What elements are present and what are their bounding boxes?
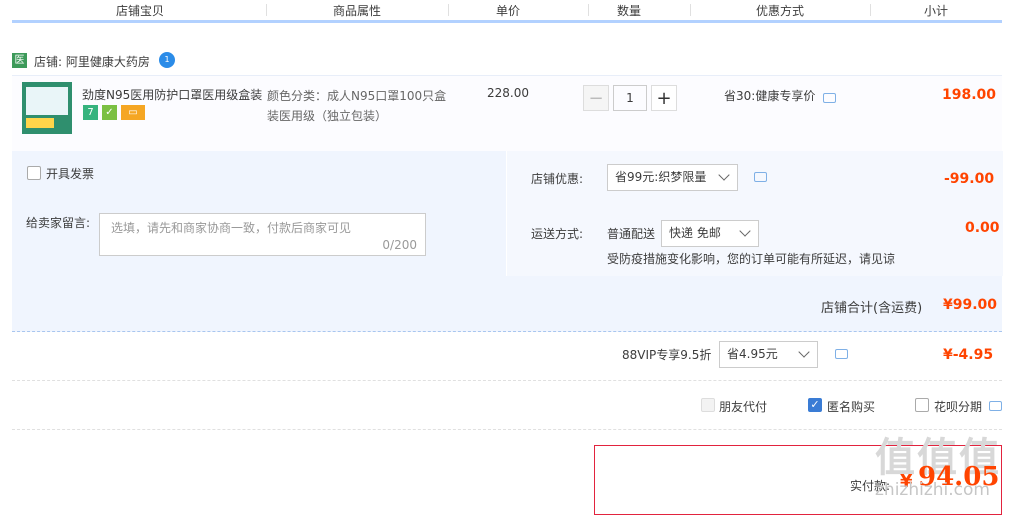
- vip-discount-label: 88VIP专享9.5折: [622, 348, 712, 362]
- vip-discount-value: 省4.95元: [727, 347, 778, 361]
- invoice-checkbox[interactable]: [27, 166, 41, 180]
- product-attributes: 颜色分类：成人N95口罩100只盒 装医用级（独立包装）: [267, 86, 457, 126]
- chevron-down-icon: [739, 225, 751, 237]
- comment-icon[interactable]: [823, 93, 836, 103]
- friend-pay-checkbox[interactable]: [701, 398, 715, 412]
- header-divider: [448, 4, 449, 16]
- shipping-type: 普通配送: [607, 227, 656, 241]
- pharmacy-icon: 医: [12, 53, 27, 68]
- chevron-down-icon: [798, 346, 810, 358]
- comment-icon[interactable]: [835, 349, 848, 359]
- seven-day-return-icon: 7: [83, 105, 98, 120]
- anonymous-label: 匿名购买: [827, 400, 876, 414]
- header-unit-price: 单价: [495, 4, 520, 18]
- attr-line: 装医用级（独立包装）: [267, 109, 388, 123]
- product-title-link[interactable]: 劲度N95医用防护口罩医用级盒装...: [82, 86, 262, 103]
- message-char-counter: 0/200: [382, 238, 417, 252]
- comment-icon[interactable]: [989, 401, 1002, 411]
- shop-total-value: ¥99.00: [943, 297, 998, 313]
- shipping-amount: 0.00: [965, 220, 1000, 236]
- credit-card-icon: ▭: [121, 105, 145, 120]
- header-divider: [266, 4, 267, 16]
- invoice-label: 开具发票: [46, 167, 95, 181]
- shipping-label: 运送方式:: [531, 227, 584, 241]
- wangwang-chat-icon[interactable]: 1: [159, 52, 175, 68]
- huabei-label: 花呗分期: [934, 400, 983, 414]
- anonymous-checkbox[interactable]: ✓: [808, 398, 822, 412]
- shop-total-label: 店铺合计(含运费): [821, 301, 923, 316]
- watermark-url: zhizhizhi.com: [875, 480, 990, 500]
- huabei-checkbox[interactable]: [915, 398, 929, 412]
- quantity-input[interactable]: 1: [613, 85, 647, 111]
- shop-name-link[interactable]: 店铺: 阿里健康大药房: [34, 53, 150, 70]
- item-promo-label: 省30:健康专享价: [724, 89, 816, 103]
- unit-price: 228.00: [487, 86, 529, 100]
- shop-discount-label: 店铺优惠:: [531, 172, 584, 186]
- message-placeholder: 选填，请先和商家协商一致，付款后商家可见: [111, 221, 352, 235]
- product-thumbnail[interactable]: [22, 82, 72, 134]
- shipping-delay-notice: 受防疫措施变化影响，您的订单可能有所延迟，请见谅: [607, 252, 896, 266]
- quantity-plus-button[interactable]: +: [651, 85, 677, 111]
- chevron-down-icon: [718, 169, 730, 181]
- comment-icon[interactable]: [754, 172, 767, 182]
- divider: [12, 429, 1002, 430]
- message-textarea[interactable]: 选填，请先和商家协商一致，付款后商家可见 0/200: [99, 213, 426, 256]
- header-subtotal: 小计: [923, 4, 948, 18]
- shop-discount-amount: -99.00: [944, 171, 995, 187]
- message-label: 给卖家留言:: [26, 216, 91, 230]
- shipping-method-select[interactable]: 快递 免邮: [661, 220, 759, 247]
- shipping-method-value: 快递 免邮: [669, 226, 721, 240]
- quantity-minus-button[interactable]: −: [583, 85, 609, 111]
- header-quantity: 数量: [616, 4, 641, 18]
- guarantee-icon: ✓: [102, 105, 117, 120]
- header-divider: [870, 4, 871, 16]
- header-shop-item: 店铺宝贝: [115, 4, 164, 18]
- header-attributes: 商品属性: [332, 4, 381, 18]
- shop-discount-select[interactable]: 省99元:织梦限量: [607, 164, 738, 191]
- divider: [12, 380, 1002, 381]
- cart-header: 店铺宝贝 商品属性 单价 数量 优惠方式 小计: [12, 0, 1002, 23]
- friend-pay-label: 朋友代付: [719, 400, 768, 414]
- attr-line: 颜色分类：成人N95口罩100只盒: [267, 89, 447, 103]
- shop-discount-value: 省99元:织梦限量: [615, 170, 707, 184]
- vip-discount-amount: ¥-4.95: [943, 347, 994, 363]
- header-divider: [690, 4, 691, 16]
- item-subtotal: 198.00: [942, 87, 997, 103]
- header-discount: 优惠方式: [755, 4, 804, 18]
- vip-discount-select[interactable]: 省4.95元: [719, 341, 818, 368]
